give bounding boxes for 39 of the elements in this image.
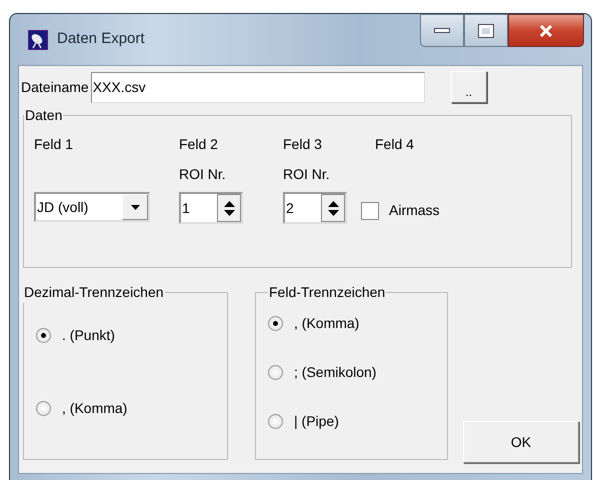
filename-field[interactable]: XXX.csv [90, 72, 425, 102]
group-title: Feld-Trennzeichen [268, 283, 386, 302]
radio-label: ; (Semikolon) [294, 363, 376, 382]
checkbox-label: Airmass [389, 201, 440, 220]
radio-label: , (Komma) [62, 399, 128, 418]
radio-label: . (Punkt) [62, 326, 115, 345]
radio-button[interactable] [268, 316, 283, 331]
ok-button[interactable]: OK [463, 421, 579, 463]
field-label: Feld 1 [34, 135, 74, 154]
minimize-button[interactable] [420, 14, 464, 47]
spin-up-icon[interactable] [328, 200, 338, 206]
close-icon [539, 24, 553, 36]
checkbox[interactable] [361, 202, 379, 220]
radio-button[interactable] [268, 365, 283, 380]
radio-label: , (Komma) [294, 314, 360, 333]
field-label: Feld 4 [375, 135, 415, 154]
radio-button[interactable] [268, 414, 283, 429]
dropdown-arrow-icon [130, 204, 140, 210]
field-label: Feld 2 [179, 135, 219, 154]
window-title: Daten Export [57, 29, 145, 50]
satellite-dish-icon [28, 30, 48, 50]
maximize-button[interactable] [464, 14, 508, 47]
dropdown[interactable]: JD (voll) [34, 192, 150, 222]
spin-up-icon[interactable] [224, 200, 234, 206]
radio-label: | (Pipe) [294, 412, 339, 431]
close-button[interactable] [508, 14, 584, 47]
spin-down-icon[interactable] [328, 210, 338, 216]
spin-field[interactable]: 1 [179, 192, 243, 224]
radio-button[interactable] [36, 328, 51, 343]
radio-button[interactable] [36, 401, 51, 416]
field-label: Feld 3 [283, 135, 323, 154]
group-title: Dezimal-Trennzeichen [23, 283, 165, 302]
filename-label: Dateiname [21, 78, 89, 96]
field-sublabel: ROI Nr. [283, 165, 331, 184]
field-sublabel: ROI Nr. [179, 165, 227, 184]
group-title: Daten [24, 106, 64, 125]
spin-field[interactable]: 2 [283, 192, 347, 224]
spin-down-icon[interactable] [224, 210, 234, 216]
browse-button[interactable]: .. [450, 71, 487, 103]
